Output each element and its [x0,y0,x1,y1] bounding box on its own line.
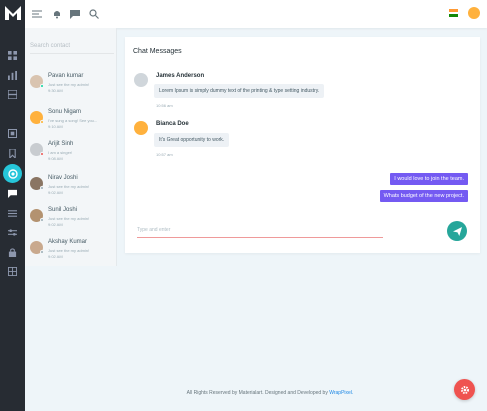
status-dot [40,186,44,190]
status-dot [40,84,44,88]
footer: All Rights Reserved by Materialart. Desi… [120,390,420,396]
contact-time: 9:02 AM [48,254,63,259]
contact-status: Just see the my admin! [48,82,90,87]
layers-icon[interactable] [7,89,18,100]
user-avatar[interactable] [468,7,480,19]
status-dot [40,250,44,254]
chart-icon[interactable] [7,70,18,81]
message-time: 10:57 am [156,152,173,157]
message-icon[interactable] [69,8,81,20]
message-bubble: Lorem Ipsum is simply dummy text of the … [154,84,325,98]
status-dot [40,218,44,222]
dashboard-icon[interactable] [7,50,18,61]
outgoing-message: I would love to join the team. [390,173,468,185]
message-bubble: It's Great opportunity to work. [154,133,230,147]
avatar [134,121,148,135]
contact-name: Pavan kumar [48,73,84,79]
india-flag-icon[interactable] [449,9,458,17]
contacts-panel: Search contact Pavan kumar Just see the … [25,28,117,266]
menu-icon[interactable] [31,8,43,20]
logo-icon[interactable] [4,5,22,21]
message-time: 10:56 am [156,103,173,108]
send-button[interactable] [447,221,467,241]
sliders-icon[interactable] [7,227,18,238]
chat-bubble-icon[interactable] [7,188,18,199]
message-sender: Bianca Doe [156,121,189,127]
contact-time: 9:08 AM [48,156,63,161]
contact-item[interactable]: Akshay Kumar Just see the my admin! 9:02… [30,238,116,268]
contact-name: Akshay Kumar [48,239,88,245]
contact-time: 9:30 AM [48,88,63,93]
lock-icon[interactable] [7,247,18,258]
footer-text: All Rights Reserved by Materialart. Desi… [186,390,328,396]
search-icon[interactable] [88,8,100,20]
send-icon [452,226,462,236]
card-title: Chat Messages [133,48,182,55]
contact-time: 9:02 AM [48,222,63,227]
contact-status: Just see the my admin! [48,216,90,221]
sidebar-rail [0,0,25,411]
widget-icon[interactable] [7,128,18,139]
list-icon[interactable] [7,208,18,219]
contact-name: Sonu Nigam [48,109,82,115]
contact-time: 9:02 AM [48,190,63,195]
bookmark-icon[interactable] [7,148,18,159]
contact-time: 9:10 AM [48,124,63,129]
message-sender: James Anderson [156,73,205,79]
chat-card: Chat Messages James Anderson Lorem Ipsum… [125,37,480,253]
top-bar [25,0,487,28]
contact-item[interactable]: Pavan kumar Just see the my admin! 9:30 … [30,72,116,102]
chat-nav-active-icon[interactable] [3,164,22,183]
message-input[interactable]: Type and enter [137,222,383,238]
contact-name: Arijit Sinh [48,141,74,147]
avatar [134,73,148,87]
bell-icon[interactable] [51,8,63,20]
outgoing-message: Whats budget of the new project. [379,190,468,202]
status-dot [40,152,44,156]
contact-item[interactable]: Nirav Joshi Just see the my admin! 9:02 … [30,174,116,204]
footer-link[interactable]: WrapPixel. [329,390,353,396]
contact-status: Just see the my admin! [48,248,90,253]
table-icon[interactable] [7,266,18,277]
contact-status: Just see the my admin! [48,184,90,189]
contact-status: I am a singer! [48,150,73,155]
search-contact-input[interactable]: Search contact [30,40,114,54]
contact-name: Nirav Joshi [48,175,78,181]
settings-button[interactable] [454,379,475,400]
gear-icon [460,385,469,394]
contact-name: Sunil Joshi [48,207,78,213]
contact-item[interactable]: Sunil Joshi Just see the my admin! 9:02 … [30,206,116,236]
status-dot [40,120,44,124]
contact-item[interactable]: Sonu Nigam I've sung a song! See you... … [30,108,116,138]
contact-item[interactable]: Arijit Sinh I am a singer! 9:08 AM [30,140,116,170]
contact-status: I've sung a song! See you... [48,118,98,123]
